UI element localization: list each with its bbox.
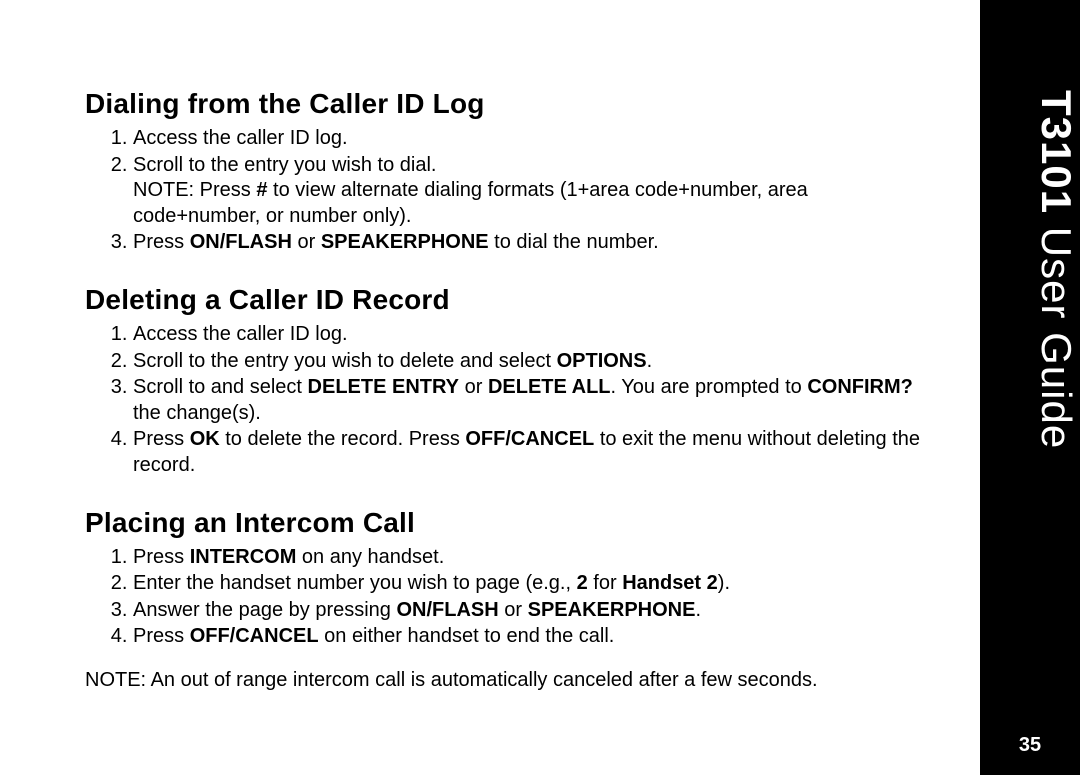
step-item: Press OK to delete the record. Press OFF…: [133, 427, 935, 478]
section-deleting: Deleting a Caller ID Record Access the c…: [85, 284, 935, 479]
note-key: #: [256, 179, 267, 201]
step-item: Scroll to the entry you wish to dial. NO…: [133, 153, 935, 230]
step-text: Press OK to delete the record. Press OFF…: [133, 428, 920, 476]
section-note: NOTE: An out of range intercom call is a…: [85, 668, 935, 694]
page-number: 35: [980, 734, 1080, 757]
step-item: Scroll to and select DELETE ENTRY or DEL…: [133, 375, 935, 426]
step-item: Access the caller ID log.: [133, 126, 935, 152]
steps-list: Access the caller ID log. Scroll to the …: [85, 126, 935, 256]
note-prefix: NOTE: Press: [133, 179, 256, 201]
step-text: Press ON/FLASH or SPEAKERPHONE to dial t…: [133, 231, 659, 253]
step-item: Press OFF/CANCEL on either handset to en…: [133, 624, 935, 650]
step-text: Answer the page by pressing ON/FLASH or …: [133, 599, 701, 621]
section-heading: Deleting a Caller ID Record: [85, 284, 935, 316]
step-text: Press OFF/CANCEL on either handset to en…: [133, 625, 614, 647]
sidebar-title: T3101 User Guide: [980, 90, 1080, 449]
step-item: Enter the handset number you wish to pag…: [133, 571, 935, 597]
sidebar-title-bold: T3101: [1033, 90, 1080, 214]
sidebar-title-rest: User Guide: [1033, 214, 1080, 449]
step-text: Enter the handset number you wish to pag…: [133, 572, 730, 594]
step-text: Scroll to the entry you wish to delete a…: [133, 350, 652, 372]
step-item: Scroll to the entry you wish to delete a…: [133, 349, 935, 375]
step-text: Scroll to and select DELETE ENTRY or DEL…: [133, 376, 913, 424]
section-heading: Dialing from the Caller ID Log: [85, 88, 935, 120]
step-text: Access the caller ID log.: [133, 323, 348, 345]
steps-list: Access the caller ID log. Scroll to the …: [85, 322, 935, 479]
step-text: Scroll to the entry you wish to dial.: [133, 153, 935, 179]
section-heading: Placing an Intercom Call: [85, 507, 935, 539]
page-root: T3101 User Guide 35 Dialing from the Cal…: [0, 0, 1080, 775]
steps-list: Press INTERCOM on any handset. Enter the…: [85, 545, 935, 650]
step-item: Press INTERCOM on any handset.: [133, 545, 935, 571]
step-item: Answer the page by pressing ON/FLASH or …: [133, 598, 935, 624]
step-note: NOTE: Press # to view alternate dialing …: [133, 178, 935, 229]
section-intercom: Placing an Intercom Call Press INTERCOM …: [85, 507, 935, 694]
section-dialing: Dialing from the Caller ID Log Access th…: [85, 88, 935, 256]
step-item: Access the caller ID log.: [133, 322, 935, 348]
step-item: Press ON/FLASH or SPEAKERPHONE to dial t…: [133, 230, 935, 256]
content: Dialing from the Caller ID Log Access th…: [85, 88, 935, 722]
sidebar: T3101 User Guide 35: [980, 0, 1080, 775]
step-text: Press INTERCOM on any handset.: [133, 546, 444, 568]
step-text: Access the caller ID log.: [133, 127, 348, 149]
